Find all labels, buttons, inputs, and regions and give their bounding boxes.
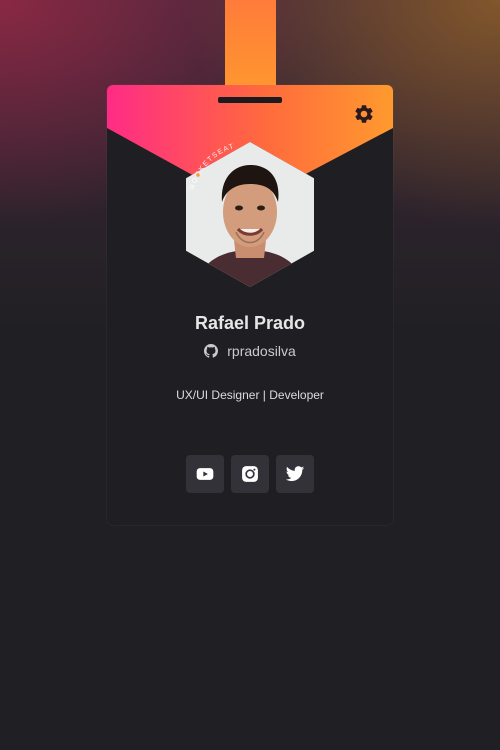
twitter-button[interactable] bbox=[276, 455, 314, 493]
github-icon bbox=[204, 344, 219, 358]
profile-role: UX/UI Designer | Developer bbox=[176, 388, 324, 402]
gear-icon[interactable] bbox=[353, 103, 375, 125]
avatar bbox=[186, 142, 314, 287]
youtube-icon bbox=[196, 468, 214, 480]
github-link[interactable]: rpradosilva bbox=[107, 341, 393, 361]
profile-name: Rafael Prado bbox=[194, 313, 306, 333]
lanyard-slot bbox=[218, 97, 282, 103]
avatar-container: ROCKETSEAT bbox=[186, 142, 314, 287]
github-username: rpradosilva bbox=[227, 343, 296, 359]
profile-card: ROCKETSEAT Rafael Prado rpradosilva UX/U… bbox=[107, 85, 393, 525]
youtube-button[interactable] bbox=[186, 455, 224, 493]
twitter-icon bbox=[285, 466, 305, 482]
instagram-button[interactable] bbox=[231, 455, 269, 493]
instagram-icon bbox=[242, 466, 258, 482]
social-links bbox=[186, 455, 314, 493]
